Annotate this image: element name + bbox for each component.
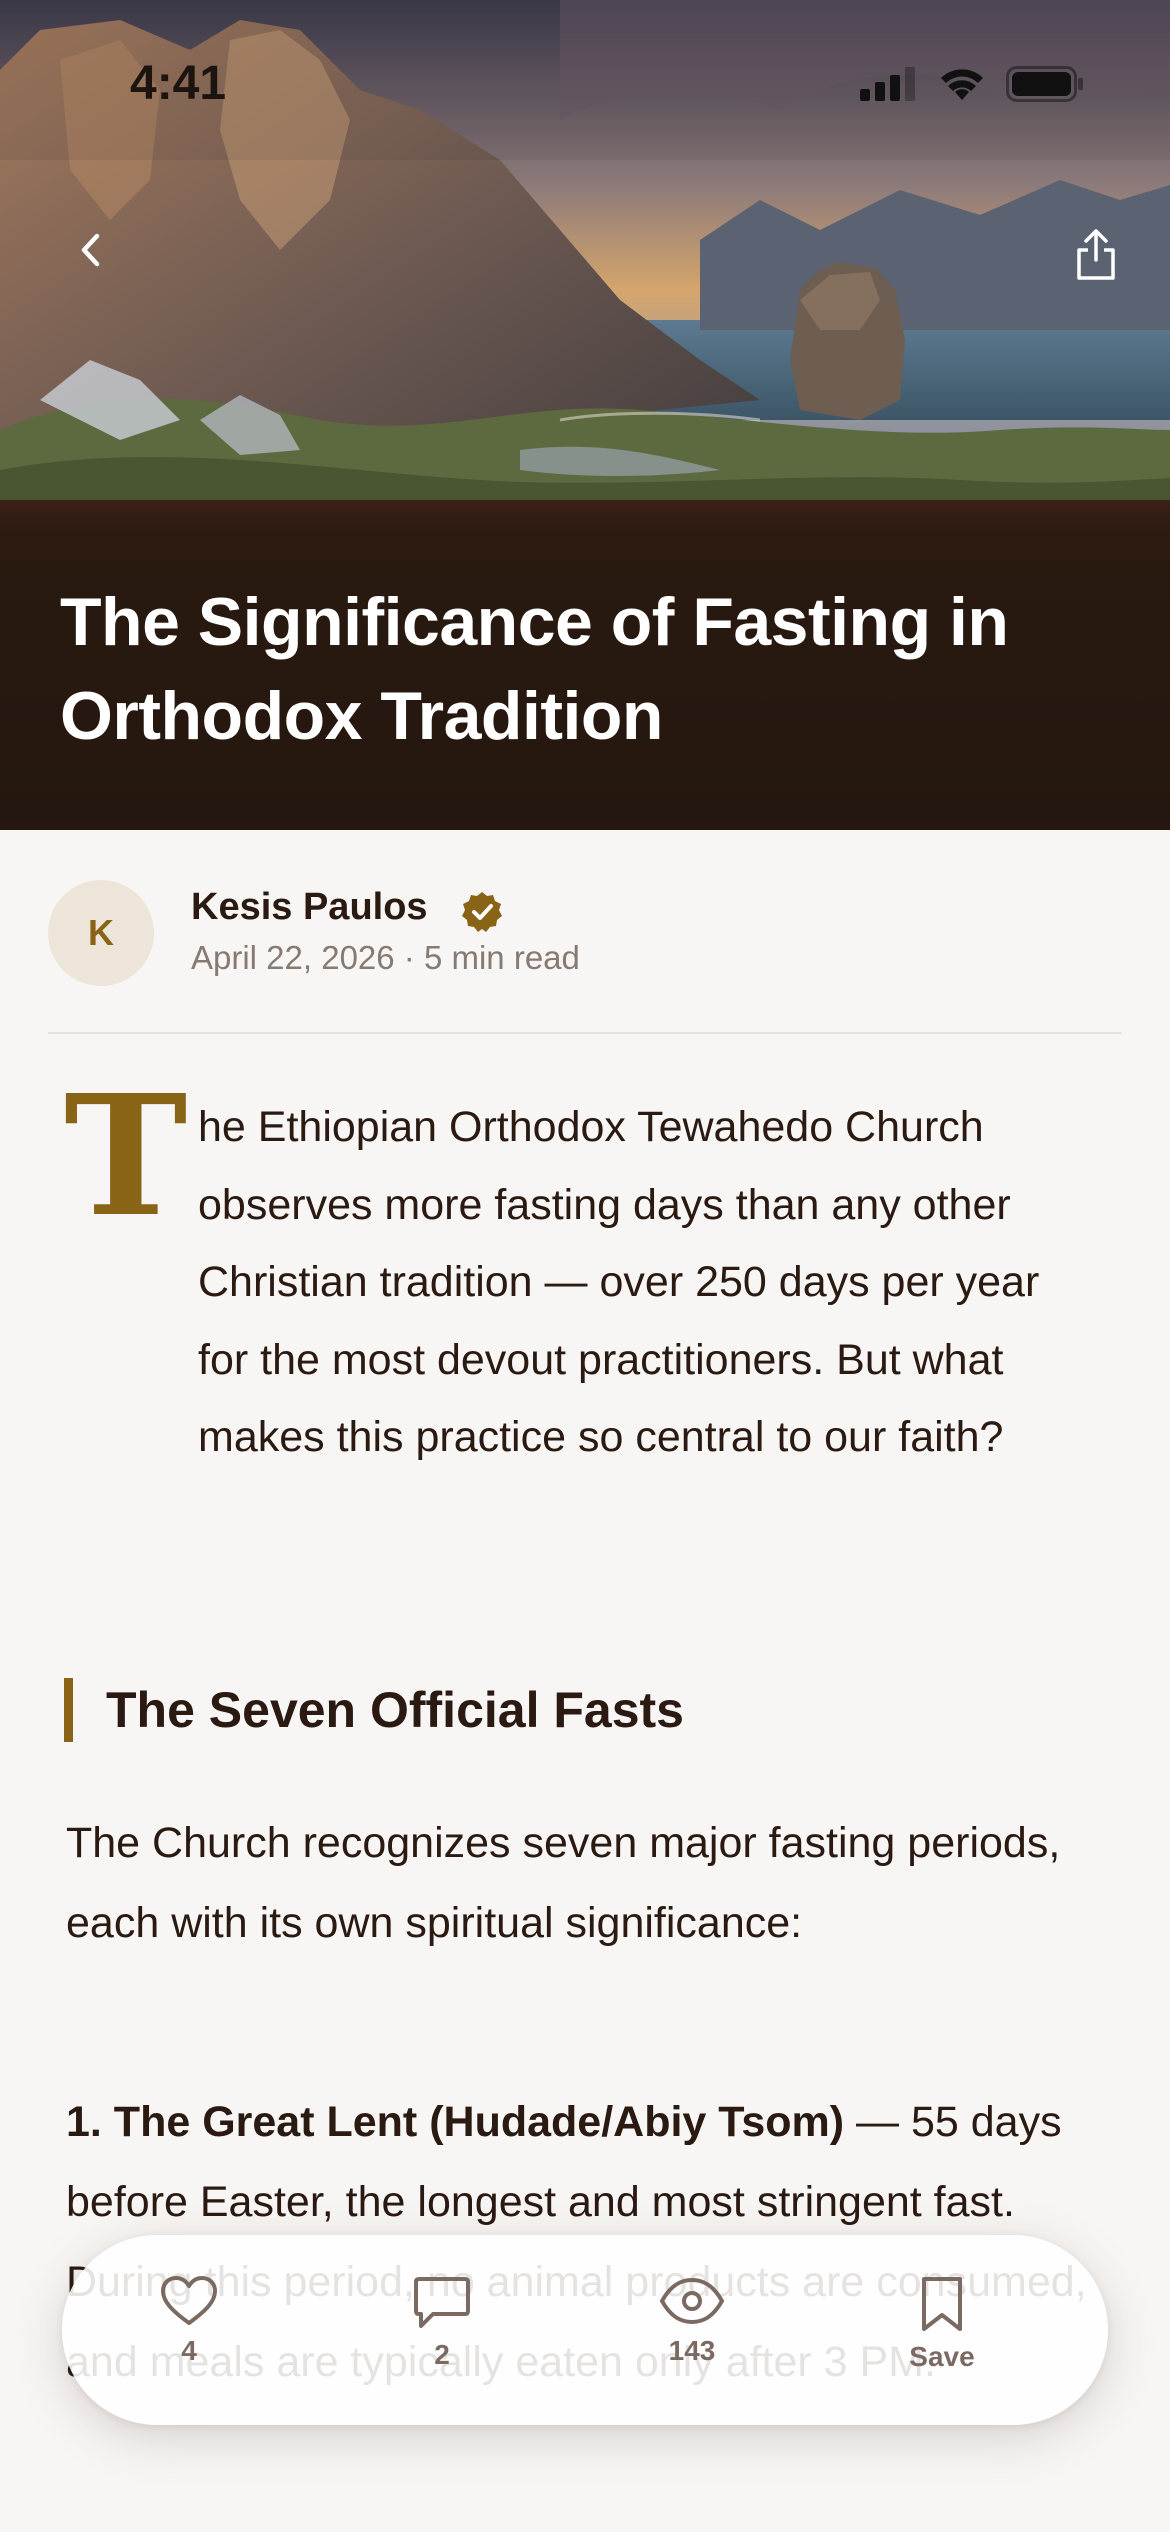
comment-icon xyxy=(414,2277,470,2328)
signal-icon xyxy=(860,67,915,101)
verified-badge-icon xyxy=(462,892,502,932)
list-item-title: 1. The Great Lent (Hudade/Abiy Tsom) xyxy=(66,2098,845,2146)
eye-icon xyxy=(660,2278,724,2324)
heart-icon xyxy=(161,2276,217,2325)
back-button[interactable] xyxy=(60,220,120,280)
like-count: 4 xyxy=(181,2335,197,2366)
view-count: 143 xyxy=(668,2335,716,2366)
comment-button[interactable]: 2 xyxy=(362,2275,522,2371)
battery-icon xyxy=(1006,66,1083,102)
comment-count: 2 xyxy=(434,2339,450,2370)
avatar[interactable]: K xyxy=(48,880,154,986)
save-button[interactable]: Save xyxy=(862,2275,1022,2373)
share-button[interactable] xyxy=(1066,220,1126,290)
share-icon xyxy=(1077,229,1115,280)
intro-paragraph: he Ethiopian Orthodox Tewahedo Church ob… xyxy=(198,1103,1040,1461)
article-title: The Significance of Fasting in Orthodox … xyxy=(60,584,1009,754)
back-chevron-icon xyxy=(81,233,100,267)
author-row[interactable]: K Kesis Paulos April 22, 2026 · 5 min re… xyxy=(48,880,1122,1030)
body-paragraph: The Church recognizes seven major fastin… xyxy=(66,1819,1061,1947)
section-accent-bar xyxy=(64,1678,73,1742)
status-icons xyxy=(860,66,1084,102)
hero-image: 4:41 xyxy=(0,0,1170,530)
drop-cap: T xyxy=(64,1059,188,1254)
article-meta: April 22, 2026 · 5 min read xyxy=(191,939,580,976)
status-bar: 4:41 xyxy=(0,0,1170,150)
like-button[interactable]: 4 xyxy=(109,2275,269,2367)
views-indicator: 143 xyxy=(612,2275,772,2367)
action-bar: 4 2 143 Save xyxy=(62,2235,1108,2425)
divider xyxy=(48,1032,1122,1034)
bookmark-icon xyxy=(922,2277,962,2331)
wifi-icon xyxy=(941,69,983,100)
save-label: Save xyxy=(909,2341,975,2372)
author-name[interactable]: Kesis Paulos xyxy=(191,886,428,929)
status-time: 4:41 xyxy=(130,57,227,110)
section-heading: The Seven Official Fasts xyxy=(106,1682,684,1738)
